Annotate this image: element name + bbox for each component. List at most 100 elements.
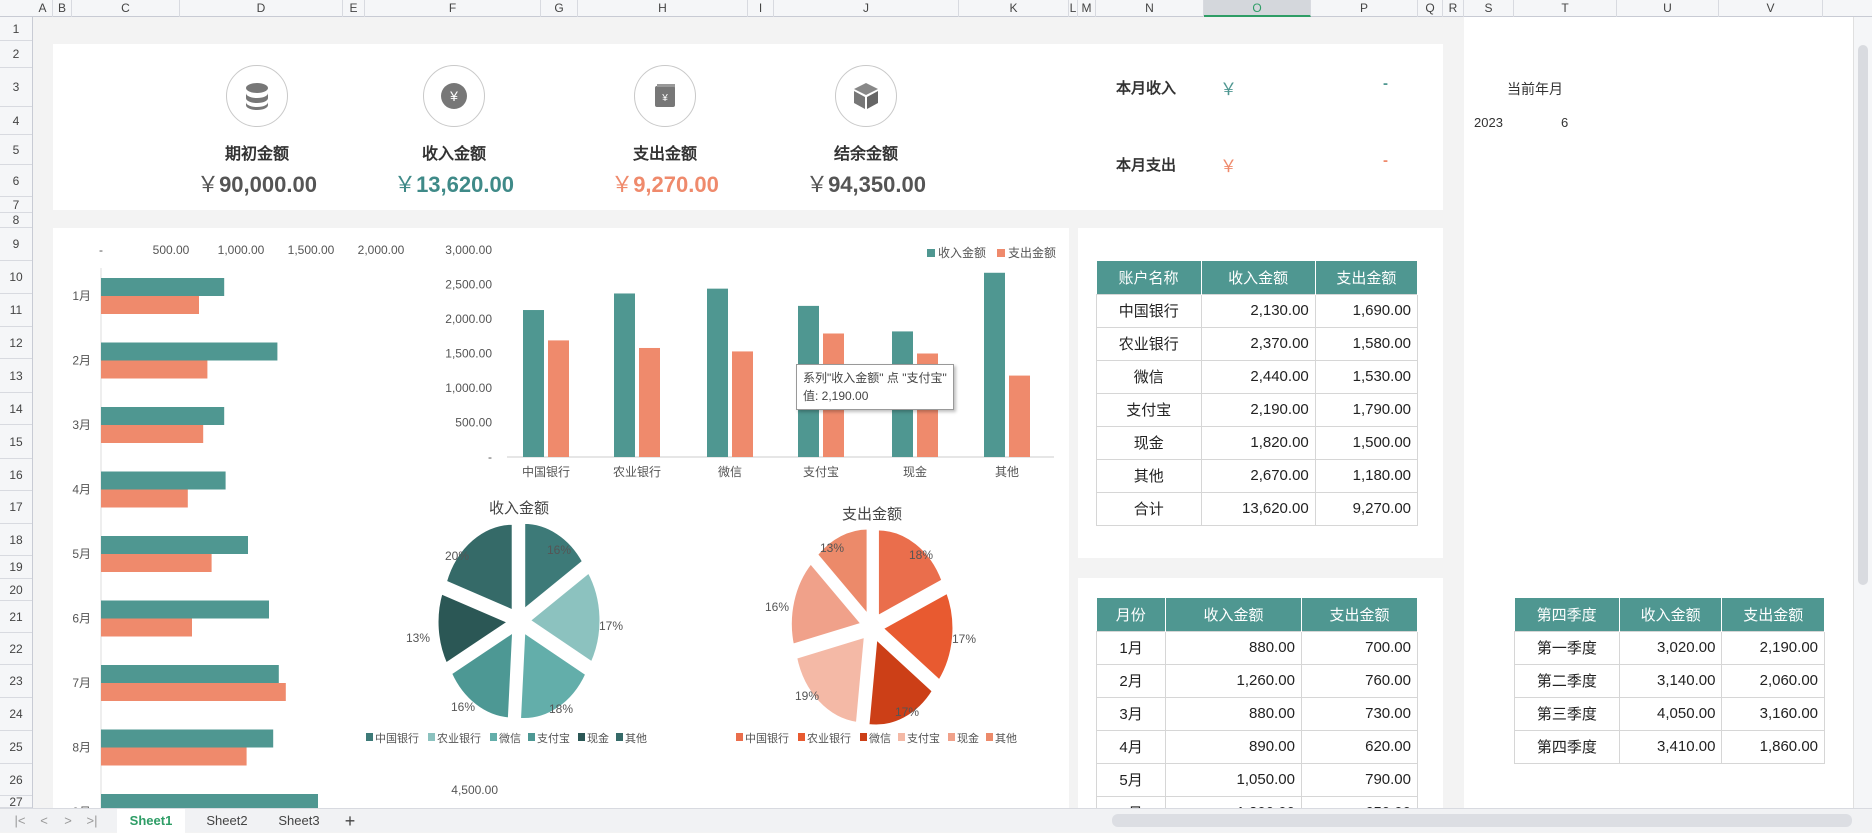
amount-cell[interactable]: 1,820.00 [1200, 425, 1316, 460]
column-header-l[interactable]: L [1069, 0, 1078, 17]
row-header-17[interactable]: 17 [0, 491, 32, 524]
vertical-scroll-thumb[interactable] [1858, 45, 1868, 585]
row-header-10[interactable]: 10 [0, 261, 32, 294]
sheet-tab-sheet1[interactable]: Sheet1 [117, 809, 185, 833]
amount-cell[interactable]: 1,860.00 [1721, 729, 1825, 764]
amount-cell[interactable]: 620.00 [1300, 729, 1419, 764]
row-label-cell[interactable]: 1月 [1095, 630, 1167, 665]
amount-cell[interactable]: 2,670.00 [1200, 458, 1316, 493]
amount-cell[interactable]: 3,140.00 [1618, 663, 1723, 698]
horizontal-scrollbar[interactable] [1112, 814, 1852, 827]
amount-cell[interactable]: 1,690.00 [1314, 293, 1419, 328]
row-header-18[interactable]: 18 [0, 524, 32, 556]
sheet-nav-button[interactable]: < [34, 809, 54, 833]
amount-cell[interactable]: 2,370.00 [1200, 326, 1316, 361]
amount-cell[interactable]: 2,190.00 [1200, 392, 1316, 427]
amount-cell[interactable]: 9,270.00 [1314, 491, 1419, 526]
amount-cell[interactable]: 2,130.00 [1200, 293, 1316, 328]
row-label-cell[interactable]: 其他 [1096, 458, 1202, 493]
amount-cell[interactable]: 1,050.00 [1165, 762, 1302, 797]
column-header-j[interactable]: J [774, 0, 959, 17]
column-header-e[interactable]: E [343, 0, 365, 17]
column-header-n[interactable]: N [1096, 0, 1204, 17]
sheet-tab-sheet2[interactable]: Sheet2 [193, 809, 261, 833]
amount-cell[interactable]: 3,160.00 [1721, 696, 1825, 731]
column-header-t[interactable]: T [1514, 0, 1617, 17]
amount-cell[interactable]: 3,410.00 [1618, 729, 1723, 764]
column-header-k[interactable]: K [959, 0, 1069, 17]
sheet-nav-button[interactable]: |< [10, 809, 30, 833]
row-header-8[interactable]: 8 [0, 213, 32, 228]
amount-cell[interactable]: 890.00 [1165, 729, 1302, 764]
sheet-nav-button[interactable]: >| [82, 809, 102, 833]
row-header-11[interactable]: 11 [0, 294, 32, 327]
row-header-23[interactable]: 23 [0, 665, 32, 698]
row-header-3[interactable]: 3 [0, 68, 32, 107]
amount-cell[interactable]: 880.00 [1165, 696, 1302, 731]
amount-cell[interactable]: 2,060.00 [1721, 663, 1825, 698]
amount-cell[interactable]: 1,180.00 [1314, 458, 1419, 493]
row-label-cell[interactable]: 第二季度 [1514, 663, 1620, 698]
amount-cell[interactable]: 4,050.00 [1618, 696, 1723, 731]
sheet-tab-sheet3[interactable]: Sheet3 [265, 809, 333, 833]
add-sheet-button[interactable]: + [340, 809, 360, 833]
amount-cell[interactable]: 3,020.00 [1618, 630, 1723, 665]
row-header-13[interactable]: 13 [0, 359, 32, 393]
amount-cell[interactable]: 650.00 [1300, 795, 1419, 808]
row-label-cell[interactable]: 第三季度 [1514, 696, 1620, 731]
row-header-25[interactable]: 25 [0, 731, 32, 764]
column-header-p[interactable]: P [1311, 0, 1418, 17]
row-header-5[interactable]: 5 [0, 135, 32, 165]
amount-cell[interactable]: 700.00 [1300, 630, 1419, 665]
row-header-6[interactable]: 6 [0, 165, 32, 197]
row-label-cell[interactable]: 现金 [1096, 425, 1202, 460]
column-header-g[interactable]: G [541, 0, 578, 17]
column-header-s[interactable]: S [1464, 0, 1514, 17]
row-header-12[interactable]: 12 [0, 327, 32, 359]
row-label-cell[interactable]: 支付宝 [1096, 392, 1202, 427]
amount-cell[interactable]: 1,260.00 [1165, 663, 1302, 698]
row-label-cell[interactable]: 合计 [1096, 491, 1202, 526]
vertical-scrollbar[interactable] [1853, 17, 1872, 808]
row-header-16[interactable]: 16 [0, 459, 32, 491]
row-header-2[interactable]: 2 [0, 41, 32, 68]
amount-cell[interactable]: 2,440.00 [1200, 359, 1316, 394]
amount-cell[interactable]: 760.00 [1300, 663, 1419, 698]
row-header-15[interactable]: 15 [0, 425, 32, 459]
row-header-9[interactable]: 9 [0, 228, 32, 261]
amount-cell[interactable]: 1,200.00 [1165, 795, 1302, 808]
row-header-27[interactable]: 27 [0, 795, 32, 809]
column-header-v[interactable]: V [1719, 0, 1823, 17]
column-header-i[interactable]: I [748, 0, 774, 17]
amount-cell[interactable]: 1,580.00 [1314, 326, 1419, 361]
row-header-19[interactable]: 19 [0, 556, 32, 579]
row-header-24[interactable]: 24 [0, 698, 32, 731]
row-label-cell[interactable]: 第四季度 [1514, 729, 1620, 764]
row-header-14[interactable]: 14 [0, 393, 32, 425]
amount-cell[interactable]: 13,620.00 [1200, 491, 1316, 526]
column-header-u[interactable]: U [1617, 0, 1719, 17]
row-label-cell[interactable]: 农业银行 [1096, 326, 1202, 361]
sheet-nav-button[interactable]: > [58, 809, 78, 833]
column-header-q[interactable]: Q [1418, 0, 1443, 17]
column-header-h[interactable]: H [578, 0, 748, 17]
column-header-f[interactable]: F [365, 0, 541, 17]
row-header-4[interactable]: 4 [0, 107, 32, 135]
amount-cell[interactable]: 1,500.00 [1314, 425, 1419, 460]
column-header-a[interactable]: A [33, 0, 53, 17]
column-header-d[interactable]: D [180, 0, 343, 17]
row-header-20[interactable]: 20 [0, 579, 32, 601]
column-header-r[interactable]: R [1443, 0, 1464, 17]
row-header-21[interactable]: 21 [0, 601, 32, 633]
row-label-cell[interactable]: 中国银行 [1096, 293, 1202, 328]
column-header-c[interactable]: C [72, 0, 180, 17]
amount-cell[interactable]: 880.00 [1165, 630, 1302, 665]
row-label-cell[interactable]: 第一季度 [1514, 630, 1620, 665]
row-label-cell[interactable]: 微信 [1096, 359, 1202, 394]
column-header-b[interactable]: B [53, 0, 72, 17]
row-label-cell[interactable]: 6月 [1095, 795, 1167, 808]
row-header-1[interactable]: 1 [0, 17, 32, 41]
column-header-o[interactable]: O [1204, 0, 1311, 17]
amount-cell[interactable]: 730.00 [1300, 696, 1419, 731]
row-label-cell[interactable]: 4月 [1095, 729, 1167, 764]
